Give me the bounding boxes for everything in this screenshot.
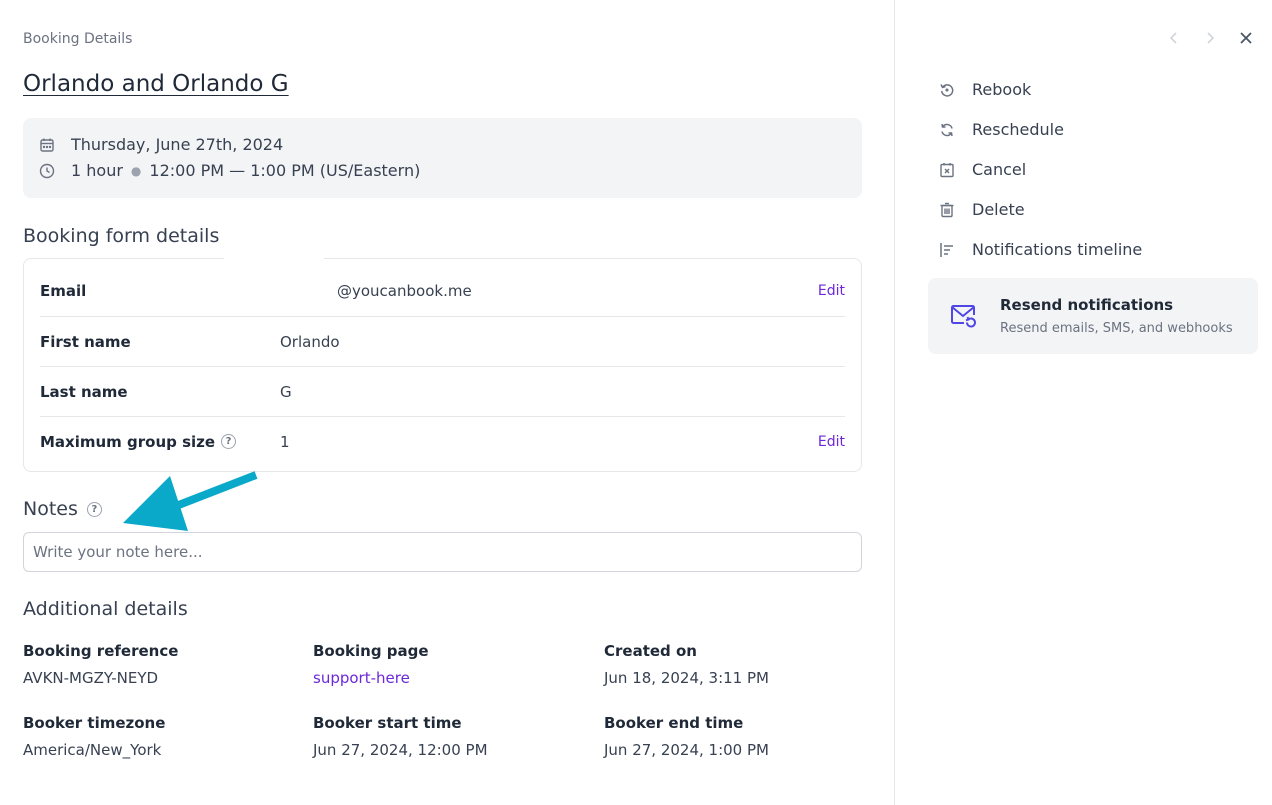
detail-booking-page: Booking page support-here <box>313 642 603 687</box>
form-label: Email <box>40 282 87 300</box>
redaction-mask <box>224 257 324 263</box>
resend-subtitle: Resend emails, SMS, and webhooks <box>1000 321 1233 336</box>
question-circle-icon[interactable]: ? <box>86 501 102 517</box>
booking-date: Thursday, June 27th, 2024 <box>71 135 284 154</box>
question-circle-icon[interactable]: ? <box>221 434 237 449</box>
cancel-button[interactable]: Cancel <box>938 160 1026 179</box>
edit-group-size-button[interactable]: Edit <box>818 434 845 450</box>
breadcrumb: Booking Details <box>23 31 133 47</box>
notes-heading: Notes <box>23 498 78 520</box>
detail-booker-start-time: Booker start time Jun 27, 2024, 12:00 PM <box>313 714 603 759</box>
booking-duration: 1 hour <box>71 161 123 180</box>
panel-nav <box>1164 28 1256 48</box>
rebook-icon <box>938 81 956 99</box>
separator-dot: ● <box>130 163 142 178</box>
detail-value: America/New_York <box>23 741 162 759</box>
booking-details-panel: Booking Details Orlando and Orlando G Th… <box>0 0 894 805</box>
detail-value: Jun 27, 2024, 1:00 PM <box>604 741 769 759</box>
detail-label: Booking page <box>313 642 429 660</box>
action-label: Delete <box>972 200 1025 219</box>
form-label: Maximum group size <box>40 432 216 451</box>
actions-sidebar: Rebook Reschedule Cancel Delete Notifica… <box>894 0 1272 805</box>
chevron-right-icon[interactable] <box>1200 28 1220 48</box>
form-value: G <box>280 382 292 401</box>
detail-label: Booker timezone <box>23 714 166 732</box>
booking-form-card: Email @youcanbook.me Edit First name Orl… <box>23 257 862 472</box>
resend-notifications-button[interactable]: Resend notifications Resend emails, SMS,… <box>928 278 1258 354</box>
detail-label: Booker start time <box>313 714 462 732</box>
form-row-last-name: Last name G <box>40 366 845 416</box>
date-row: Thursday, June 27th, 2024 <box>39 135 283 154</box>
form-row-max-group-size: Maximum group size ? 1 Edit <box>40 416 845 466</box>
detail-value: Jun 27, 2024, 12:00 PM <box>313 741 488 759</box>
action-label: Notifications timeline <box>972 240 1143 259</box>
timeline-icon <box>938 241 956 259</box>
chevron-left-icon[interactable] <box>1164 28 1184 48</box>
calendar-x-icon <box>938 161 956 179</box>
resend-title: Resend notifications <box>1000 296 1174 314</box>
detail-label: Booker end time <box>604 714 744 732</box>
action-label: Cancel <box>972 160 1027 179</box>
rebook-button[interactable]: Rebook <box>938 80 1031 99</box>
booking-form-heading: Booking form details <box>23 225 220 247</box>
notes-input[interactable] <box>23 532 862 572</box>
detail-booking-reference: Booking reference AVKN-MGZY-NEYD <box>23 642 313 687</box>
calendar-icon <box>39 137 55 153</box>
mail-resend-icon <box>950 303 978 333</box>
time-row: 1 hour ● 12:00 PM — 1:00 PM (US/Eastern) <box>39 161 420 180</box>
detail-booker-end-time: Booker end time Jun 27, 2024, 1:00 PM <box>604 714 894 759</box>
delete-button[interactable]: Delete <box>938 200 1025 219</box>
form-value: @youcanbook.me <box>337 282 472 300</box>
additional-details-heading: Additional details <box>23 598 188 620</box>
reschedule-button[interactable]: Reschedule <box>938 120 1064 139</box>
trash-icon <box>938 201 956 219</box>
booking-time-summary: Thursday, June 27th, 2024 1 hour ● 12:00… <box>23 118 862 198</box>
form-label: Last name <box>40 382 128 401</box>
detail-booker-timezone: Booker timezone America/New_York <box>23 714 313 759</box>
annotation-arrow-icon <box>123 471 258 531</box>
clock-icon <box>39 163 55 179</box>
detail-label: Booking reference <box>23 642 179 660</box>
form-row-email: Email @youcanbook.me Edit <box>40 266 845 316</box>
detail-created-on: Created on Jun 18, 2024, 3:11 PM <box>604 642 894 687</box>
form-label-wrap: Maximum group size ? <box>40 433 280 451</box>
close-icon[interactable] <box>1236 28 1256 48</box>
detail-value: AVKN-MGZY-NEYD <box>23 669 159 687</box>
booking-time-range: 12:00 PM — 1:00 PM (US/Eastern) <box>149 161 421 180</box>
action-label: Rebook <box>972 80 1032 99</box>
notes-heading-wrap: Notes ? <box>23 498 102 520</box>
action-label: Reschedule <box>972 120 1064 139</box>
detail-value: Jun 18, 2024, 3:11 PM <box>604 669 769 687</box>
form-value: 1 <box>280 432 290 451</box>
refresh-icon <box>938 121 956 139</box>
booking-page-link[interactable]: support-here <box>313 669 603 687</box>
detail-label: Created on <box>604 642 697 660</box>
notifications-timeline-button[interactable]: Notifications timeline <box>938 240 1142 259</box>
page-title[interactable]: Orlando and Orlando G <box>23 71 289 97</box>
form-row-first-name: First name Orlando <box>40 316 845 366</box>
form-label: First name <box>40 332 131 351</box>
form-value: Orlando <box>280 332 340 351</box>
edit-email-button[interactable]: Edit <box>818 283 845 299</box>
